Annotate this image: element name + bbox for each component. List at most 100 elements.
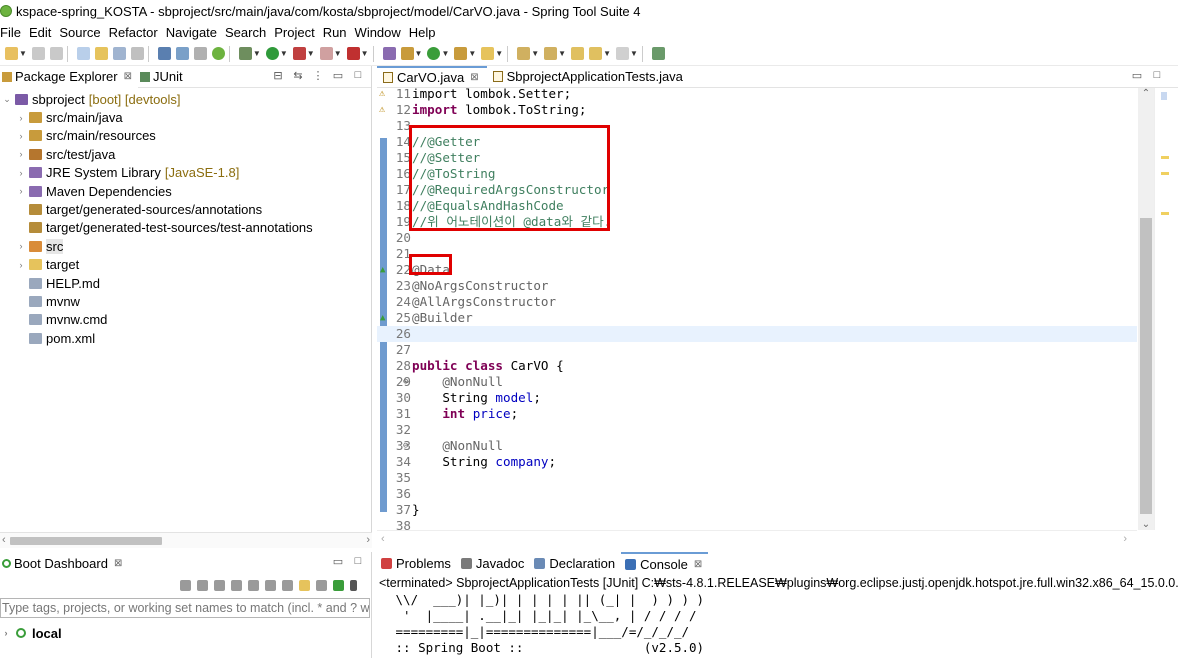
code-line[interactable]: 27 [377, 342, 1137, 358]
dropdown-arrow-icon[interactable]: ▼ [307, 49, 315, 58]
code-line[interactable]: 23 @NoArgsConstructor [377, 278, 1137, 294]
overview-marker[interactable] [1161, 172, 1169, 175]
dropdown-arrow-icon[interactable]: ▼ [558, 49, 566, 58]
scroll-left-icon[interactable]: ‹ [381, 533, 385, 545]
new-class-icon[interactable] [427, 47, 441, 60]
link-editor-icon[interactable] [76, 47, 90, 60]
expand-icon[interactable]: › [16, 186, 26, 196]
code-line[interactable]: 28 public class CarVO { [377, 358, 1137, 374]
collapse-icon[interactable]: ⌄ [2, 94, 12, 105]
coverage-icon[interactable] [292, 47, 306, 60]
minimize-icon[interactable]: ▭ [1130, 69, 1144, 82]
tree-item[interactable]: › Maven Dependencies [0, 182, 371, 200]
tab-package-explorer[interactable]: Package Explorer ⊠ [0, 65, 139, 88]
editor-tab-carvo[interactable]: CarVO.java ⊠ [377, 65, 487, 88]
tree-item[interactable]: › src [0, 237, 371, 255]
close-icon[interactable]: ⊠ [694, 559, 702, 570]
overview-marker[interactable] [1161, 156, 1169, 159]
next-annotation-icon[interactable] [517, 47, 531, 60]
horizontal-scrollbar[interactable]: ‹ › [0, 532, 372, 548]
overview-marker[interactable] [1161, 212, 1169, 215]
view-menu-icon[interactable] [350, 579, 357, 591]
tree-item[interactable]: › src/main/java [0, 108, 371, 126]
dropdown-arrow-icon[interactable]: ▼ [603, 49, 611, 58]
code-line[interactable]: 37} [377, 502, 1137, 518]
menu-refactor[interactable]: Refactor [109, 25, 166, 40]
terminate-icon[interactable] [193, 47, 207, 60]
menu-window[interactable]: Window [355, 25, 409, 40]
tree-item[interactable]: › target [0, 256, 371, 274]
add-icon[interactable] [333, 579, 344, 591]
open-type-icon[interactable] [454, 47, 468, 60]
code-line[interactable]: 25 ▲ @Builder [377, 310, 1137, 326]
open-browser-icon[interactable] [231, 579, 242, 591]
menu-edit[interactable]: Edit [29, 25, 59, 40]
expand-icon[interactable]: › [16, 131, 26, 141]
collapse-all-icon[interactable]: ⊟ [271, 69, 285, 82]
console-icon[interactable] [157, 47, 171, 60]
tree-item[interactable]: › src/test/java [0, 145, 371, 163]
tree-item[interactable]: mvnw.cmd [0, 311, 371, 329]
tree-item[interactable]: pom.xml [0, 329, 371, 347]
minimize-icon[interactable]: ▭ [331, 555, 345, 568]
stop-icon[interactable] [319, 47, 333, 60]
tree-item[interactable]: mvnw [0, 292, 371, 310]
fold-icon[interactable]: ⊖ [403, 374, 408, 390]
external-tools-icon[interactable] [346, 47, 360, 60]
new-icon[interactable] [5, 47, 18, 60]
code-line[interactable]: 36 [377, 486, 1137, 502]
tree-item[interactable]: target/generated-test-sources/test-annot… [0, 219, 371, 237]
console-output[interactable]: \\/ ___)| |_)| | | | | || (_| | ) ) ) ) … [377, 592, 1178, 656]
edit-icon[interactable] [265, 579, 276, 591]
run-icon[interactable] [265, 47, 279, 60]
tab-problems[interactable]: Problems [377, 552, 457, 574]
stop-icon[interactable] [214, 579, 225, 591]
forward-icon[interactable] [615, 47, 629, 60]
menu-help[interactable]: Help [409, 25, 444, 40]
last-edit-icon[interactable] [571, 47, 585, 60]
minimize-icon[interactable]: ▭ [331, 69, 345, 82]
code-line[interactable]: 12 ⚠ import lombok.ToString; [377, 102, 1137, 118]
dropdown-arrow-icon[interactable]: ▼ [253, 49, 261, 58]
tab-console[interactable]: Console ⊠ [621, 552, 709, 574]
maximize-icon[interactable]: □ [1150, 69, 1164, 82]
editor-vertical-scrollbar[interactable]: ⌃ ⌄ [1138, 88, 1154, 530]
refresh-icon[interactable] [180, 579, 191, 591]
tree-item[interactable]: › src/main/resources [0, 127, 371, 145]
save-icon[interactable] [31, 47, 45, 60]
expand-icon[interactable]: › [0, 628, 12, 638]
dropdown-arrow-icon[interactable]: ▼ [334, 49, 342, 58]
expand-icon[interactable]: › [16, 113, 26, 123]
code-line[interactable]: 35 [377, 470, 1137, 486]
fold-icon[interactable]: ⊖ [403, 438, 408, 454]
overview-ruler[interactable] [1154, 88, 1178, 530]
previous-annotation-icon[interactable] [544, 47, 558, 60]
tree-item[interactable]: › JRE System Library [JavaSE-1.8] [0, 164, 371, 182]
console-icon[interactable] [248, 579, 259, 591]
code-line[interactable]: 24 @AllArgsConstructor [377, 294, 1137, 310]
maximize-icon[interactable]: □ [351, 555, 365, 568]
tree-item[interactable]: ⌄ sbproject [boot] [devtools] [0, 90, 371, 108]
skip-breakpoints-icon[interactable] [175, 47, 189, 60]
scroll-right-icon[interactable]: › [366, 534, 370, 546]
code-line[interactable]: 31 int price; [377, 406, 1137, 422]
search-icon[interactable] [481, 47, 495, 60]
boot-local-target[interactable]: › local [0, 624, 62, 642]
code-line[interactable]: 26 [377, 326, 1137, 342]
menu-project[interactable]: Project [274, 25, 322, 40]
properties-icon[interactable] [282, 579, 293, 591]
code-line[interactable]: 11 ⚠ import lombok.Setter; [377, 88, 1137, 102]
expand-icon[interactable]: › [16, 149, 26, 159]
back-icon[interactable] [589, 47, 603, 60]
code-line[interactable]: 32 [377, 422, 1137, 438]
new-package-icon[interactable] [400, 47, 414, 60]
tab-declaration[interactable]: Declaration [530, 552, 621, 574]
open-perspective-icon[interactable] [651, 47, 665, 60]
menu-search[interactable]: Search [225, 25, 274, 40]
dropdown-arrow-icon[interactable]: ▼ [280, 49, 288, 58]
new-java-project-icon[interactable] [382, 47, 396, 60]
menu-file[interactable]: File [0, 25, 29, 40]
block-select-icon[interactable] [112, 47, 126, 60]
tab-junit[interactable]: JUnit [138, 66, 189, 88]
dropdown-arrow-icon[interactable]: ▼ [468, 49, 476, 58]
